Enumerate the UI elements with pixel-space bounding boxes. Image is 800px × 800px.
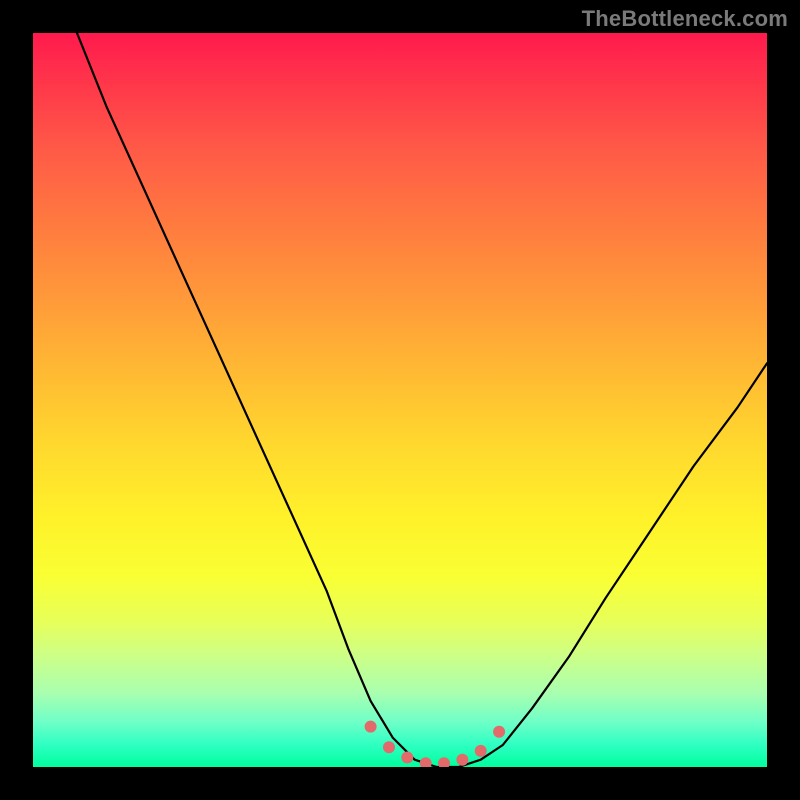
plot-area [33, 33, 767, 767]
chart-frame: TheBottleneck.com [0, 0, 800, 800]
trough-dot [383, 741, 395, 753]
trough-dot [401, 752, 413, 764]
trough-dot [365, 721, 377, 733]
watermark-text: TheBottleneck.com [582, 6, 788, 32]
trough-dot [438, 757, 450, 767]
trough-dot [420, 757, 432, 767]
bottleneck-curve [77, 33, 767, 767]
trough-dot [493, 726, 505, 738]
chart-svg [33, 33, 767, 767]
trough-dot [456, 754, 468, 766]
trough-dot [475, 745, 487, 757]
